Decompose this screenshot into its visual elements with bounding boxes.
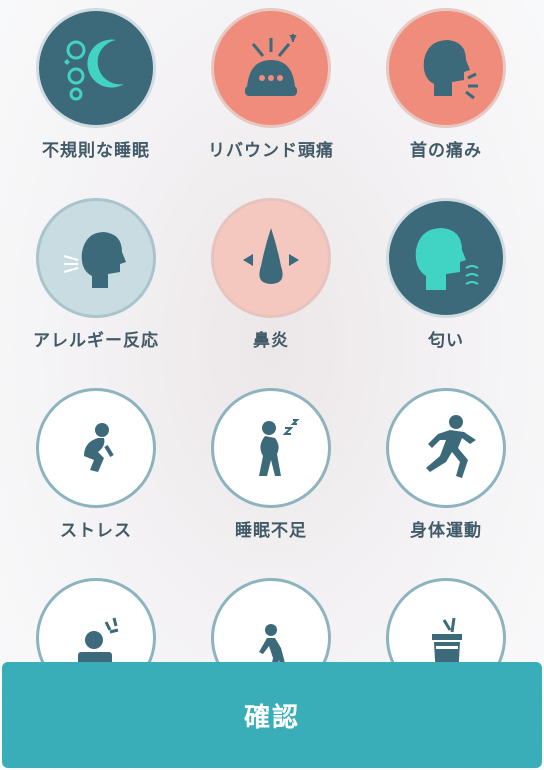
sleep-lack-icon	[259, 419, 300, 476]
symptom-button-rebound-headache[interactable]	[211, 8, 331, 128]
allergy-icon	[63, 232, 126, 288]
running-icon	[426, 415, 476, 478]
symptom-button-stress[interactable]	[36, 388, 156, 508]
moon-stars-icon	[64, 39, 124, 101]
symptom-label: 鼻炎	[253, 331, 289, 351]
nose-icon	[243, 228, 299, 284]
symptom-label: 睡眠不足	[235, 521, 307, 541]
symptom-button-allergy[interactable]	[36, 198, 156, 318]
symptom-button-lack-of-sleep[interactable]	[211, 388, 331, 508]
symptom-label: 匂い	[428, 331, 464, 351]
symptom-label: 身体運動	[410, 521, 482, 541]
headache-icon	[245, 34, 297, 96]
stress-icon	[84, 423, 114, 472]
symptom-label: リバウンド頭痛	[208, 141, 334, 161]
neck-pain-icon	[423, 40, 478, 100]
symptom-button-physical-exercise[interactable]	[386, 388, 506, 508]
symptom-button-neck-pain[interactable]	[386, 8, 506, 128]
symptom-label: ストレス	[60, 521, 132, 541]
smell-icon	[415, 228, 479, 290]
symptom-label: アレルギー反応	[33, 331, 159, 351]
symptom-button-irregular-sleep[interactable]	[36, 8, 156, 128]
symptom-label: 首の痛み	[410, 141, 482, 161]
symptom-button-rhinitis[interactable]	[211, 198, 331, 318]
symptom-grid: 不規則な睡眠 リバウンド頭痛 首の痛み アレルギー反応 鼻炎 匂い ストレス 睡…	[0, 0, 544, 770]
confirm-button[interactable]: 確認	[2, 662, 542, 768]
symptom-label: 不規則な睡眠	[42, 141, 150, 161]
symptom-button-smell[interactable]	[386, 198, 506, 318]
